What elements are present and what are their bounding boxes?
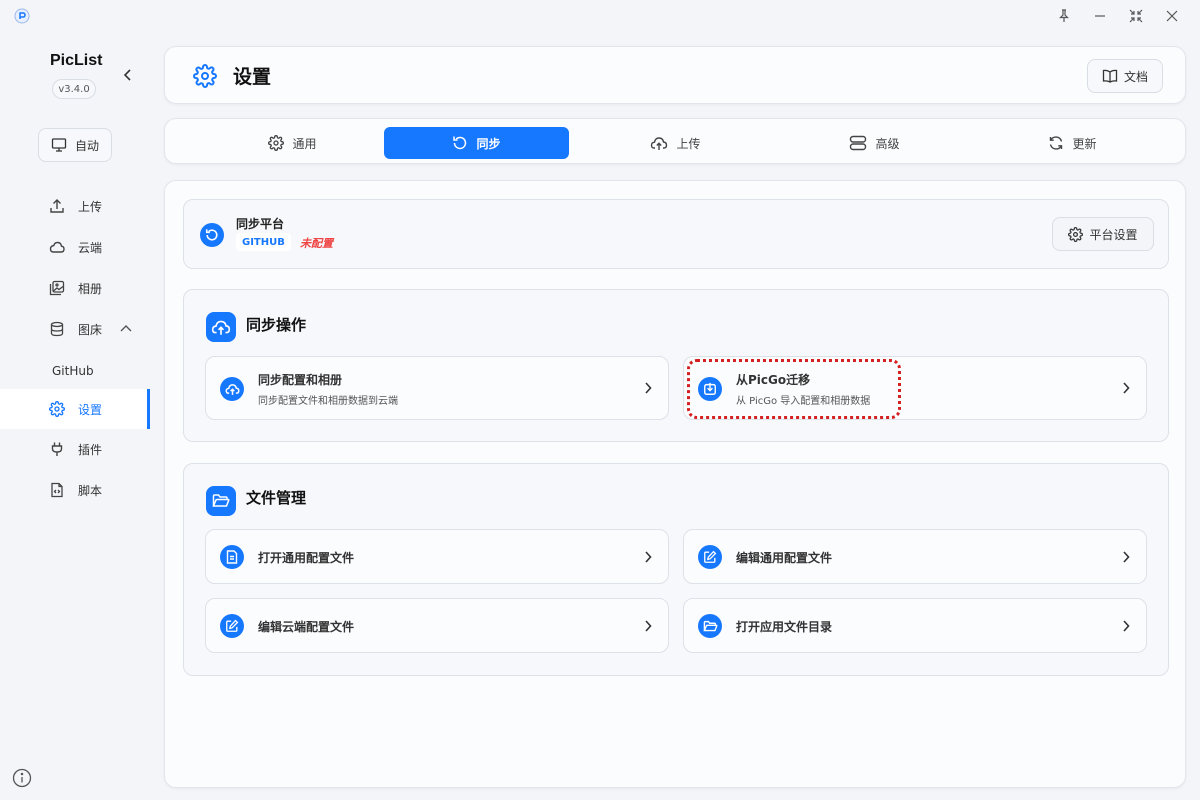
tab-label: 上传: [676, 136, 701, 151]
chevron-right-icon: [644, 620, 652, 632]
sidebar: PicList v3.4.0 自动 上传 云端 相册 图床 GitHub 设置 …: [0, 32, 160, 800]
sync-operations-section: 同步操作 同步配置和相册 同步配置文件和相册数据到云端 从PicGo迁移 从 P…: [183, 289, 1169, 442]
sidebar-item-gallery[interactable]: 相册: [0, 269, 150, 307]
sync-settings-panel: 同步平台 GITHUB 未配置 平台设置 同步操作 同步配置和相册 同步配置文件…: [164, 180, 1186, 788]
open-general-config-button[interactable]: 打开通用配置文件: [205, 529, 669, 584]
sidebar-item-label: 相册: [78, 281, 103, 296]
sidebar-item-picbed[interactable]: 图床: [0, 310, 150, 348]
sync-platform-title: 同步平台: [236, 217, 285, 231]
plug-icon: [48, 440, 66, 458]
cloud-upload-icon: [206, 312, 236, 342]
gear-icon: [268, 135, 285, 151]
sidebar-item-plugins[interactable]: 插件: [0, 430, 150, 468]
app-name: PicList: [50, 52, 103, 69]
settings-tabs: 通用 同步 上传 高级 更新: [164, 118, 1186, 164]
sync-platform-card: 同步平台 GITHUB 未配置 平台设置: [183, 199, 1169, 269]
gallery-icon: [48, 279, 66, 297]
info-icon[interactable]: [12, 768, 32, 788]
edit-icon: [220, 614, 244, 638]
tab-advanced[interactable]: 高级: [782, 127, 967, 159]
chevron-right-icon: [644, 382, 652, 394]
chevron-right-icon: [1122, 382, 1130, 394]
theme-label: 自动: [75, 138, 100, 153]
sidebar-item-upload[interactable]: 上传: [0, 187, 150, 225]
tab-label: 通用: [292, 136, 317, 151]
section-title: 文件管理: [246, 489, 307, 507]
sidebar-item-scripts[interactable]: 脚本: [0, 471, 150, 509]
file-icon: [220, 545, 244, 569]
book-icon: [1102, 69, 1118, 83]
sidebar-item-label: 图床: [78, 322, 103, 337]
action-title: 编辑云端配置文件: [258, 620, 355, 634]
tab-general[interactable]: 通用: [200, 127, 385, 159]
sync-icon: [452, 135, 468, 151]
platform-status: 未配置: [300, 237, 333, 250]
chevron-right-icon: [1122, 620, 1130, 632]
folder-open-icon: [206, 486, 236, 516]
platform-badge: GITHUB: [236, 233, 291, 251]
title-bar: [0, 0, 1200, 32]
action-title: 编辑通用配置文件: [736, 551, 833, 565]
sidebar-item-label: 云端: [78, 240, 103, 255]
chevron-up-icon[interactable]: [120, 324, 132, 332]
sidebar-item-cloud[interactable]: 云端: [0, 228, 150, 266]
folder-icon: [698, 614, 722, 638]
sidebar-subitem-github[interactable]: GitHub: [52, 364, 94, 378]
sidebar-item-label: 插件: [78, 442, 103, 457]
chevron-right-icon: [1122, 551, 1130, 563]
docs-label: 文档: [1123, 69, 1148, 84]
tab-label: 同步: [476, 136, 501, 151]
cloud-upload-icon: [650, 135, 668, 151]
tab-sync[interactable]: 同步: [384, 127, 569, 159]
action-description: 同步配置文件和相册数据到云端: [258, 396, 398, 407]
gear-icon: [48, 400, 66, 418]
sidebar-item-settings[interactable]: 设置: [0, 389, 150, 429]
edit-general-config-button[interactable]: 编辑通用配置文件: [683, 529, 1147, 584]
sidebar-item-label: 上传: [78, 199, 103, 214]
section-title: 同步操作: [246, 316, 307, 334]
advanced-icon: [849, 135, 867, 151]
platform-settings-label: 平台设置: [1089, 227, 1138, 242]
theme-toggle-button[interactable]: 自动: [38, 128, 112, 162]
upload-icon: [48, 197, 66, 215]
database-icon: [48, 320, 66, 338]
version-badge: v3.4.0: [52, 79, 96, 99]
sync-icon: [200, 223, 224, 247]
cloud-upload-icon: [220, 377, 244, 401]
chevron-right-icon: [644, 551, 652, 563]
script-icon: [48, 481, 66, 499]
action-title: 打开应用文件目录: [736, 620, 833, 634]
monitor-icon: [51, 137, 67, 153]
collapse-sidebar-button[interactable]: [118, 65, 138, 85]
cloud-icon: [48, 238, 66, 256]
docs-button[interactable]: 文档: [1087, 59, 1163, 93]
gear-icon: [193, 64, 217, 88]
tab-label: 高级: [875, 136, 900, 151]
page-header: 设置 文档: [164, 46, 1186, 104]
page-title: 设置: [233, 66, 272, 88]
sidebar-item-label: 设置: [78, 402, 103, 417]
tab-label: 更新: [1072, 136, 1097, 151]
platform-settings-button[interactable]: 平台设置: [1052, 217, 1154, 251]
pin-icon[interactable]: [1053, 6, 1075, 26]
minimize-icon[interactable]: [1089, 6, 1111, 26]
highlight-annotation: [687, 359, 901, 419]
close-icon[interactable]: [1161, 6, 1183, 26]
action-title: 打开通用配置文件: [258, 551, 355, 565]
app-logo-icon: [14, 8, 30, 24]
sidebar-item-label: 脚本: [78, 483, 103, 498]
gear-icon: [1068, 226, 1084, 242]
edit-icon: [698, 545, 722, 569]
refresh-icon: [1048, 135, 1064, 151]
restore-icon[interactable]: [1125, 6, 1147, 26]
tab-update[interactable]: 更新: [980, 127, 1165, 159]
edit-cloud-config-button[interactable]: 编辑云端配置文件: [205, 598, 669, 653]
sync-config-and-gallery-button[interactable]: 同步配置和相册 同步配置文件和相册数据到云端: [205, 356, 669, 420]
file-management-section: 文件管理 打开通用配置文件 编辑通用配置文件 编辑云端配置文件 打开应用文件目录: [183, 463, 1169, 676]
open-app-directory-button[interactable]: 打开应用文件目录: [683, 598, 1147, 653]
tab-upload[interactable]: 上传: [583, 127, 768, 159]
action-title: 同步配置和相册: [258, 373, 343, 387]
